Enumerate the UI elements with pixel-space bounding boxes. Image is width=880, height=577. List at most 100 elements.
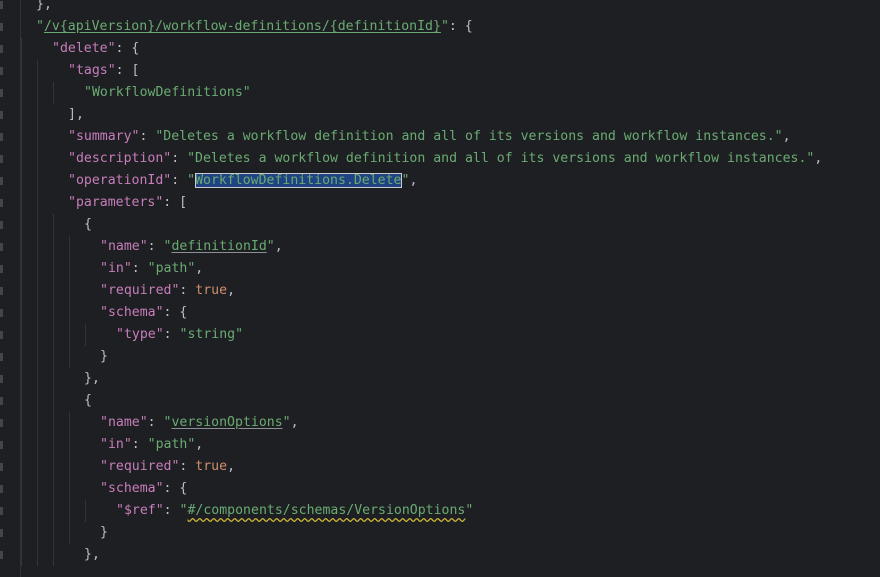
json-punctuation: : [ xyxy=(163,195,188,210)
json-string: "Deletes a workflow definition and all o… xyxy=(155,129,783,144)
json-string: "path" xyxy=(147,437,196,452)
code-line[interactable]: "schema": { xyxy=(0,302,880,324)
json-punctuation: : xyxy=(171,173,188,188)
json-string: " xyxy=(282,415,291,430)
json-key: "summary" xyxy=(68,129,140,144)
json-punctuation: : xyxy=(139,129,156,144)
indent-guide xyxy=(53,214,54,566)
json-key: "$ref" xyxy=(116,503,164,518)
code-line[interactable]: }, xyxy=(0,0,880,16)
json-key: "in" xyxy=(100,437,132,452)
json-punctuation: : { xyxy=(448,19,473,34)
json-punctuation: , xyxy=(227,283,236,298)
json-punctuation: : { xyxy=(115,41,140,56)
code-line[interactable]: ], xyxy=(0,104,880,126)
json-key: "parameters" xyxy=(68,195,164,210)
json-punctuation: }, xyxy=(36,0,52,12)
indent-guide xyxy=(85,324,86,346)
json-punctuation: : xyxy=(147,239,164,254)
json-key: "operationId" xyxy=(68,173,172,188)
json-key: "name" xyxy=(100,239,148,254)
json-punctuation: : { xyxy=(163,305,188,320)
json-punctuation: : xyxy=(179,283,196,298)
code-line[interactable]: "schema": { xyxy=(0,478,880,500)
code-line[interactable]: "required": true, xyxy=(0,280,880,302)
json-punctuation: , xyxy=(409,173,418,188)
json-key: "schema" xyxy=(100,481,164,496)
code-line[interactable]: "$ref": "#/components/schemas/VersionOpt… xyxy=(0,500,880,522)
json-string: versionOptions xyxy=(171,415,283,430)
json-punctuation: , xyxy=(195,437,204,452)
code-line[interactable]: "in": "path", xyxy=(0,434,880,456)
indent-guide xyxy=(37,60,38,566)
json-string: " xyxy=(36,19,44,34)
code-line[interactable]: "delete": { xyxy=(0,38,880,60)
indent-guide xyxy=(69,412,70,544)
json-string: definitionId xyxy=(171,239,267,254)
json-string: "path" xyxy=(147,261,196,276)
json-punctuation: } xyxy=(100,349,108,364)
json-string: #/components/schemas/VersionOptions xyxy=(187,503,466,518)
json-punctuation: , xyxy=(782,129,791,144)
json-punctuation: , xyxy=(227,459,236,474)
code-line[interactable]: } xyxy=(0,522,880,544)
code-line[interactable]: "type": "string" xyxy=(0,324,880,346)
code-line[interactable]: "/v{apiVersion}/workflow-definitions/{de… xyxy=(0,16,880,38)
json-key: "required" xyxy=(100,459,180,474)
indent-guide xyxy=(21,38,22,566)
code-line[interactable]: "WorkflowDefinitions" xyxy=(0,82,880,104)
json-punctuation: : xyxy=(131,437,148,452)
indent-guide xyxy=(85,500,86,522)
code-line[interactable]: "operationId": "WorkflowDefinitions.Dele… xyxy=(0,170,880,192)
code-line[interactable]: "name": "definitionId", xyxy=(0,236,880,258)
json-string: " xyxy=(266,239,275,254)
json-string: " xyxy=(440,19,449,34)
json-keyword: true xyxy=(195,459,228,474)
json-key: "tags" xyxy=(68,63,116,78)
json-key: "name" xyxy=(100,415,148,430)
code-line[interactable]: }, xyxy=(0,368,880,390)
code-line[interactable]: }, xyxy=(0,544,880,566)
json-punctuation: : xyxy=(163,503,180,518)
json-punctuation: }, xyxy=(84,371,100,386)
indent-guide xyxy=(53,82,54,104)
code-line[interactable]: "parameters": [ xyxy=(0,192,880,214)
json-punctuation: : [ xyxy=(115,63,140,78)
json-string: "WorkflowDefinitions" xyxy=(84,85,251,100)
json-punctuation: : xyxy=(147,415,164,430)
json-punctuation: : xyxy=(171,151,188,166)
json-string: " xyxy=(187,173,196,188)
code-line[interactable]: "description": "Deletes a workflow defin… xyxy=(0,148,880,170)
code-editor[interactable]: }, "/v{apiVersion}/workflow-definitions/{… xyxy=(0,0,880,577)
code-line[interactable]: "in": "path", xyxy=(0,258,880,280)
indent-guide xyxy=(20,0,21,577)
code-line[interactable]: { xyxy=(0,390,880,412)
json-punctuation: ], xyxy=(68,107,84,122)
code-line[interactable]: "tags": [ xyxy=(0,60,880,82)
json-punctuation: { xyxy=(84,393,92,408)
json-punctuation: : xyxy=(179,459,196,474)
json-punctuation: , xyxy=(290,415,299,430)
json-punctuation: : xyxy=(131,261,148,276)
code-line[interactable]: } xyxy=(0,346,880,368)
json-key: "required" xyxy=(100,283,180,298)
json-punctuation: , xyxy=(814,151,823,166)
code-line[interactable]: "required": true, xyxy=(0,456,880,478)
code-line[interactable]: "name": "versionOptions", xyxy=(0,412,880,434)
json-punctuation: : { xyxy=(163,481,188,496)
json-string: "string" xyxy=(179,327,244,342)
json-key: "delete" xyxy=(52,41,116,56)
json-string: "Deletes a workflow definition and all o… xyxy=(187,151,815,166)
json-punctuation: } xyxy=(100,525,108,540)
json-punctuation: }, xyxy=(84,547,100,562)
json-punctuation: { xyxy=(84,217,92,232)
json-punctuation: : xyxy=(163,327,180,342)
code-line[interactable]: "summary": "Deletes a workflow definitio… xyxy=(0,126,880,148)
selected-text: WorkflowDefinitions.Delete xyxy=(195,173,402,188)
json-key: "type" xyxy=(116,327,164,342)
code-area[interactable]: }, "/v{apiVersion}/workflow-definitions/{… xyxy=(0,0,880,566)
json-key: "schema" xyxy=(100,305,164,320)
code-line[interactable]: { xyxy=(0,214,880,236)
json-punctuation: , xyxy=(195,261,204,276)
json-string: " xyxy=(465,503,474,518)
